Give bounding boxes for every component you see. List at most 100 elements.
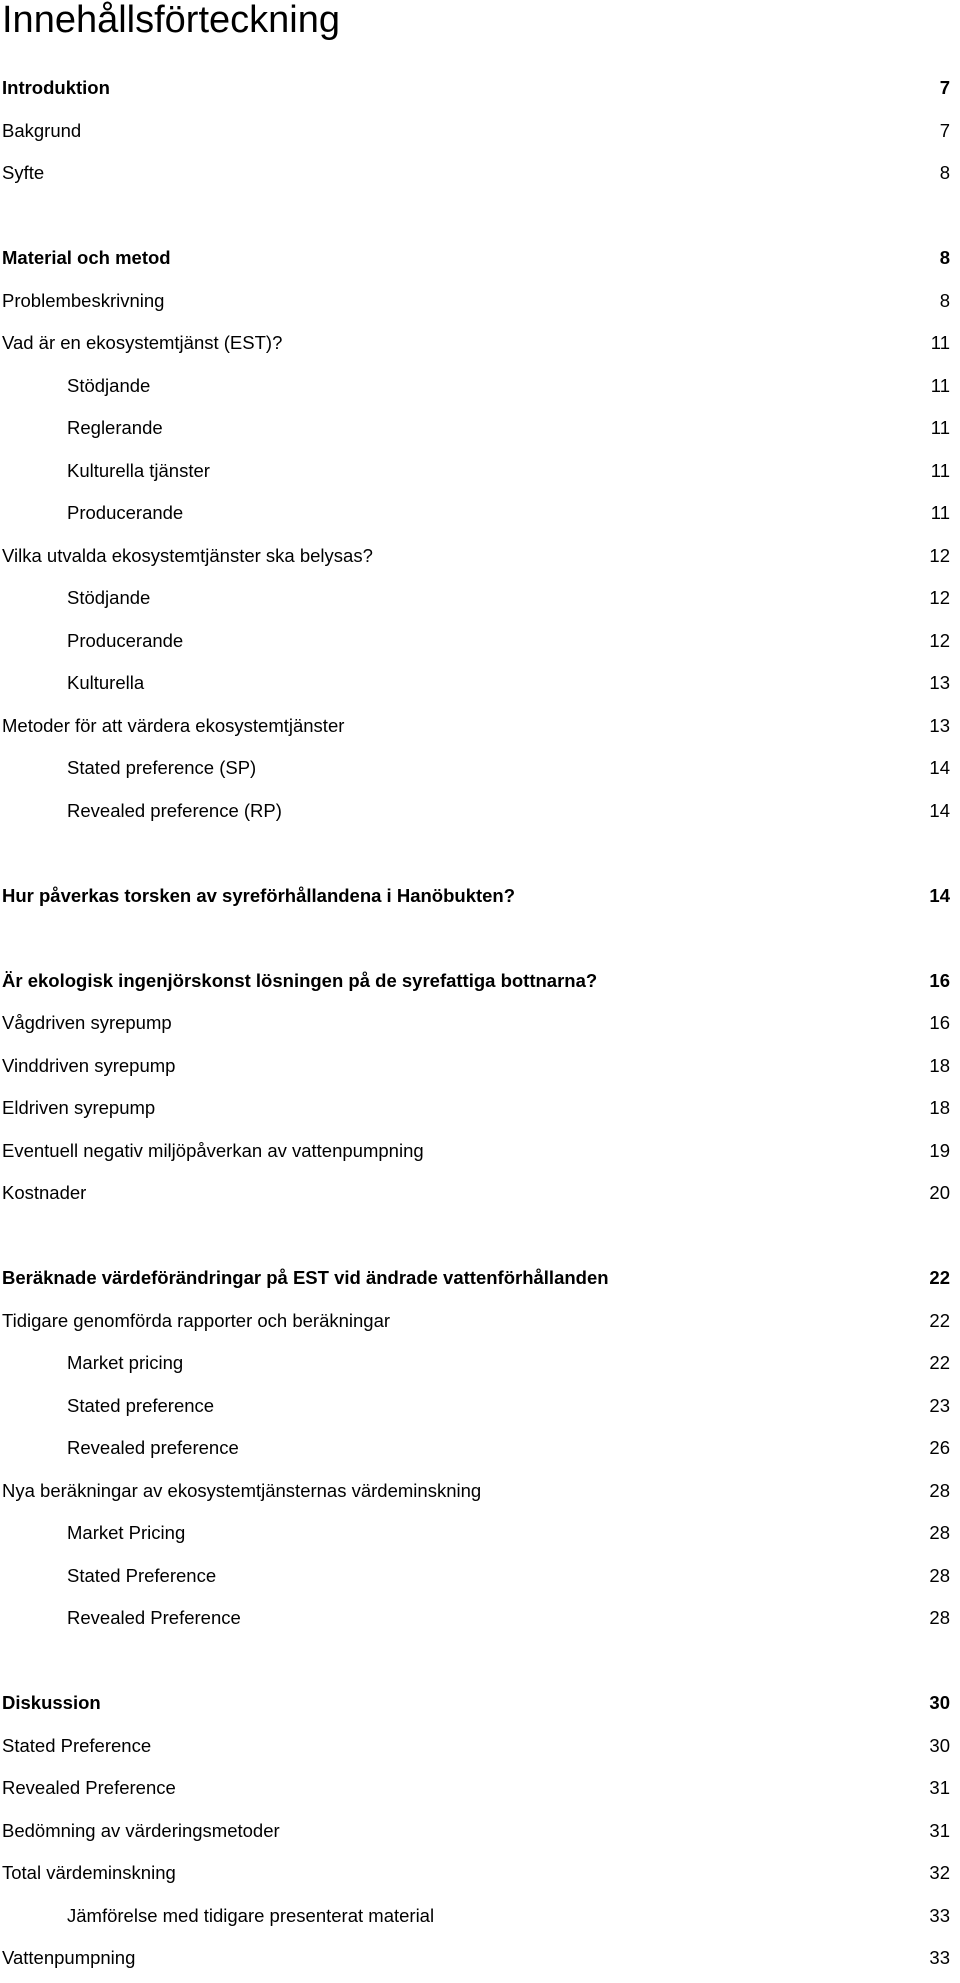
toc-entry[interactable]: Kostnader 20 [0,1175,960,1218]
toc-entry-label: Reglerande [67,417,163,438]
toc-page-number: 26 [929,1437,950,1458]
toc-entry-label: Vad är en ekosystemtjänst (EST)? [2,332,283,353]
toc-subentry[interactable]: Stated Preference 28 [0,1558,960,1601]
toc-entry-label: Revealed preference [67,1437,239,1458]
toc-entry[interactable]: Syfte 8 [0,155,960,198]
toc-page-number: 14 [929,799,950,821]
toc-page-number: 12 [929,629,950,651]
toc-entry[interactable]: Total värdeminskning 32 [0,1855,960,1898]
toc-entry-label: Producerande [67,502,184,523]
toc-entry-label: Jämförelse med tidigare presenterat mate… [67,1904,435,1926]
toc-subentry[interactable]: Stödjande 12 [0,580,960,623]
toc-entry-label: Kostnader [2,1182,87,1203]
toc-entry[interactable]: Eldriven syrepump 18 [0,1090,960,1133]
toc-entry-label: Revealed Preference [67,1607,241,1628]
toc-entry[interactable]: Bedömning av värderingsmetoder 31 [0,1813,960,1856]
toc-subentry[interactable]: Revealed preference 26 [0,1430,960,1473]
toc-subentry[interactable]: Producerande 11 [0,495,960,538]
toc-entry[interactable]: Vågdriven syrepump 16 [0,1005,960,1048]
toc-section-entry[interactable]: Introduktion 7 [0,70,960,113]
toc-page-number: 22 [929,1352,950,1373]
page-title: Innehållsförteckning [2,0,340,41]
toc-entry-label: Bakgrund [2,119,82,141]
toc-entry[interactable]: Problembeskrivning 8 [0,283,960,326]
toc-entry[interactable]: Vad är en ekosystemtjänst (EST)? 11 [0,325,960,368]
toc-subentry[interactable]: Market pricing 22 [0,1345,960,1388]
toc-page-number: 11 [930,417,950,438]
toc-page-number: 14 [929,757,950,778]
toc-page-number: 7 [939,77,950,98]
toc-subentry[interactable]: Revealed Preference 28 [0,1600,960,1643]
toc-entry-label: Eldriven syrepump [2,1097,156,1118]
toc-entry[interactable]: Vattenpumpning 33 [0,1940,960,1983]
toc-page-number: 31 [929,1819,950,1841]
toc-entry[interactable]: Bakgrund 7 [0,113,960,156]
toc-entry[interactable]: Nya beräkningar av ekosystemtjänsternas … [0,1473,960,1516]
toc-page-number: 14 [929,884,950,906]
toc-page-number: 18 [929,1054,950,1076]
toc-section-entry[interactable]: Är ekologisk ingenjörskonst lösningen på… [0,963,960,1006]
toc-subentry[interactable]: Producerande 12 [0,623,960,666]
toc-entry-label: Metoder för att värdera ekosystemtjänste… [2,714,345,736]
toc-page-number: 18 [929,1097,950,1118]
toc-entry-label: Bedömning av värderingsmetoder [2,1819,280,1841]
toc-entry[interactable]: Vinddriven syrepump 18 [0,1048,960,1091]
toc-entry-label: Stated preference (SP) [67,757,257,778]
toc-entry-label: Market Pricing [67,1522,186,1543]
toc-entry-label: Eventuell negativ miljöpåverkan av vatte… [2,1139,424,1161]
toc-entry-label: Vinddriven syrepump [2,1054,176,1076]
toc-entry-label: Beräknade värdeförändringar på EST vid ä… [2,1267,609,1288]
toc-entry[interactable]: Vilka utvalda ekosystemtjänster ska bely… [0,538,960,581]
toc-entry-label: Kulturella tjänster [67,459,210,481]
toc-entry[interactable]: Revealed Preference 31 [0,1770,960,1813]
toc-entry-label: Stated preference [67,1394,215,1416]
toc-entry-label: Material och metod [2,247,171,268]
toc-page-number: 19 [929,1139,950,1161]
toc-section-entry[interactable]: Material och metod 8 [0,240,960,283]
toc-entry[interactable]: Eventuell negativ miljöpåverkan av vatte… [0,1133,960,1176]
toc-page-number: 28 [929,1479,950,1501]
toc-page-number: 8 [939,289,950,311]
toc-page-number: 32 [929,1862,950,1883]
toc-subentry[interactable]: Kulturella tjänster 11 [0,453,960,496]
toc-entry-label: Är ekologisk ingenjörskonst lösningen på… [2,969,598,991]
toc-section-entry[interactable]: Beräknade värdeförändringar på EST vid ä… [0,1260,960,1303]
toc-page-number: 22 [929,1309,950,1331]
toc-page-number: 22 [929,1267,950,1288]
toc-entry-label: Revealed Preference [2,1777,176,1798]
toc-entry-label: Stödjande [67,587,151,608]
toc-section-entry[interactable]: Hur påverkas torsken av syreförhållanden… [0,878,960,921]
toc-page-number: 28 [929,1564,950,1586]
toc-section-entry[interactable]: Diskussion 30 [0,1685,960,1728]
toc-page-number: 12 [929,587,950,608]
toc-subentry[interactable]: Kulturella 13 [0,665,960,708]
toc-page-number: 7 [939,119,950,141]
toc-entry-label: Vågdriven syrepump [2,1012,172,1033]
toc-page-number: 11 [930,459,950,481]
table-of-contents: Introduktion 7 Bakgrund 7 Syfte 8 Material och… [0,70,960,1983]
toc-entry-label: Diskussion [2,1692,101,1713]
toc-subentry[interactable]: Stated preference (SP) 14 [0,750,960,793]
toc-page-number: 23 [929,1394,950,1416]
toc-page-number: 33 [929,1947,950,1968]
toc-page-number: 13 [929,672,950,693]
section-spacer [0,198,960,241]
section-spacer [0,835,960,878]
toc-subentry[interactable]: Stödjande 11 [0,368,960,411]
toc-entry[interactable]: Stated Preference 30 [0,1728,960,1771]
toc-subentry[interactable]: Revealed preference (RP) 14 [0,793,960,836]
toc-entry-label: Vilka utvalda ekosystemtjänster ska bely… [2,544,373,566]
toc-page-number: 33 [929,1904,950,1926]
toc-entry-label: Market pricing [67,1352,184,1373]
toc-subentry[interactable]: Stated preference 23 [0,1388,960,1431]
toc-page-number: 31 [929,1777,950,1798]
toc-entry-label: Producerande [67,629,184,651]
toc-entry[interactable]: Tidigare genomförda rapporter och beräkn… [0,1303,960,1346]
toc-entry-label: Total värdeminskning [2,1862,176,1883]
toc-subentry[interactable]: Jämförelse med tidigare presenterat mate… [0,1898,960,1941]
toc-subentry[interactable]: Market Pricing 28 [0,1515,960,1558]
toc-page-number: 30 [929,1734,950,1756]
toc-subentry[interactable]: Reglerande 11 [0,410,960,453]
section-spacer [0,920,960,963]
toc-entry[interactable]: Metoder för att värdera ekosystemtjänste… [0,708,960,751]
